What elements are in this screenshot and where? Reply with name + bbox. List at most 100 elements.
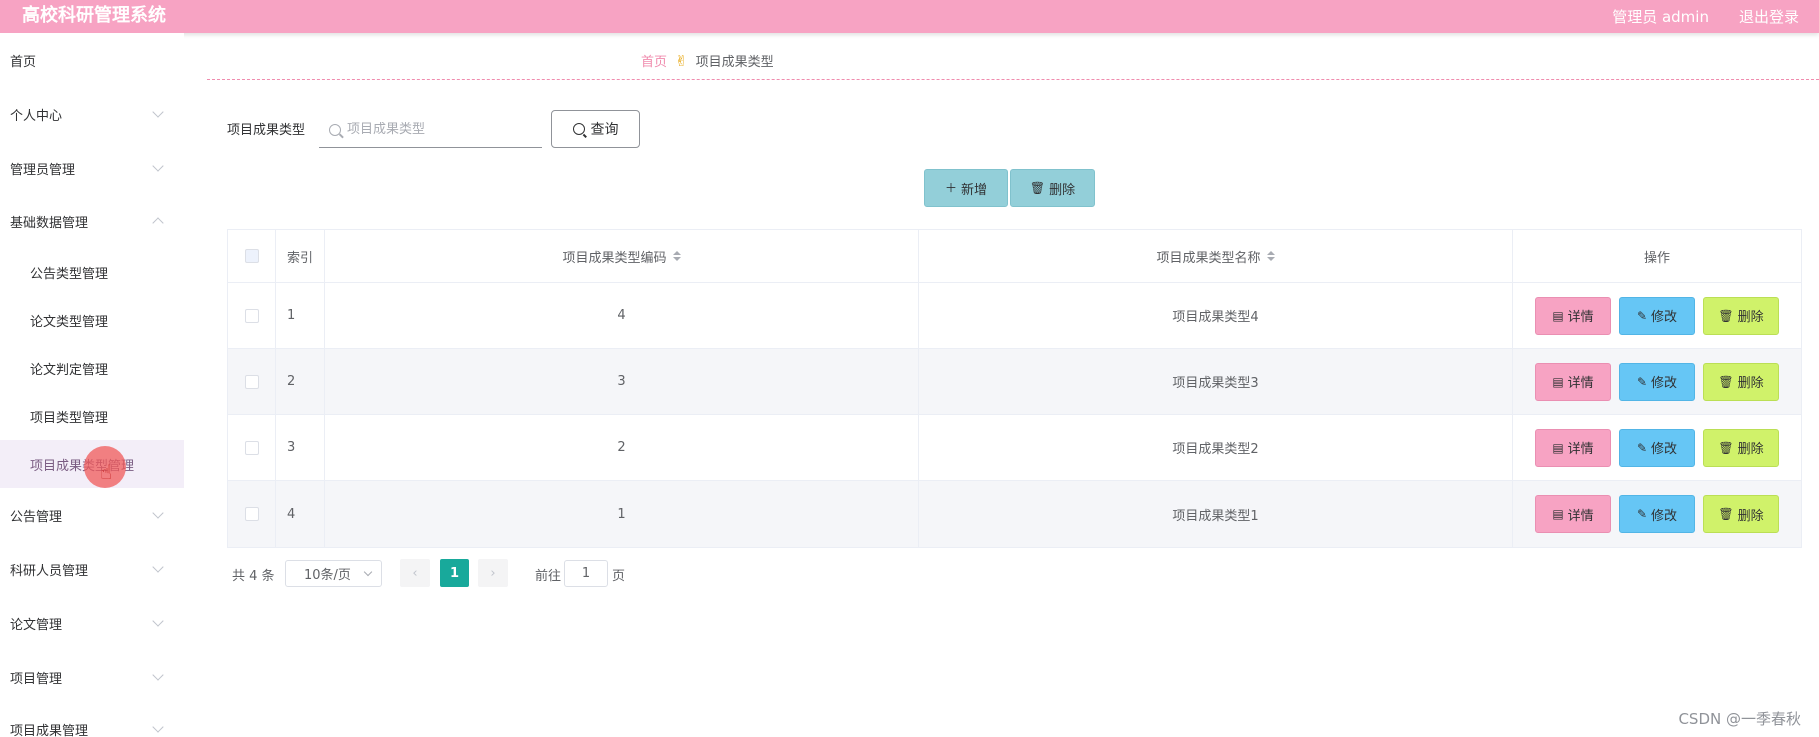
row-code: 2 (325, 415, 919, 480)
detail-button[interactable]: ▤ 详情 (1535, 362, 1611, 401)
chevron-down-icon (152, 669, 164, 681)
header-checkbox-cell (228, 230, 276, 282)
select-all-checkbox[interactable] (244, 249, 259, 263)
sidebar-item-label: 论文管理 (10, 617, 63, 633)
chevron-right-icon: › (490, 565, 496, 581)
chevron-left-icon: ‹ (412, 565, 418, 581)
sidebar-item-basic-data[interactable]: 基础数据管理 (0, 196, 184, 246)
chevron-down-icon (152, 160, 164, 172)
search-input[interactable] (347, 122, 527, 137)
sidebar-item-project-management[interactable]: 项目管理 (0, 652, 184, 702)
edit-button[interactable]: ✎ 修改 (1619, 495, 1695, 533)
chevron-down-icon (152, 721, 164, 733)
trash-icon: 🗑 (1718, 308, 1734, 323)
goto-page-input[interactable] (564, 560, 608, 587)
table-row: 4 1 项目成果类型1 ▤ 详情 ✎ 修改 🗑 删除 (228, 481, 1801, 547)
delete-button[interactable]: 🗑 删除 (1703, 362, 1779, 401)
sidebar-item-notice-management[interactable]: 公告管理 (0, 490, 184, 540)
delete-button-label: 删除 (1737, 310, 1764, 325)
row-index: 3 (276, 415, 325, 480)
trash-icon: 🗑 (1718, 507, 1734, 521)
row-checkbox[interactable] (244, 374, 259, 389)
chevron-down-icon (152, 507, 164, 519)
row-name: 项目成果类型3 (919, 349, 1513, 414)
table-row: 1 4 项目成果类型4 ▤ 详情 ✎ 修改 🗑 删除 (228, 283, 1801, 349)
row-checkbox[interactable] (244, 308, 259, 323)
header-code-label: 项目成果类型编码 (562, 250, 667, 266)
header-name[interactable]: 项目成果类型名称 (919, 230, 1513, 282)
app-title: 高校科研管理系统 (22, 5, 166, 26)
next-page-button[interactable]: › (478, 559, 508, 587)
trash-icon: 🗑 (1029, 181, 1046, 195)
header-ops: 操作 (1643, 250, 1670, 266)
sidebar-subitem-label: 公告类型管理 (30, 266, 109, 282)
sidebar-item-home[interactable]: 首页 (0, 35, 184, 85)
sidebar-subitem-paper-type[interactable]: 论文类型管理 (0, 296, 184, 344)
detail-button[interactable]: ▤ 详情 (1535, 296, 1611, 335)
sidebar-subitem-notice-type[interactable]: 公告类型管理 (0, 248, 184, 296)
search-box[interactable] (319, 112, 542, 148)
table-row: 2 3 项目成果类型3 ▤ 详情 ✎ 修改 🗑 删除 (228, 349, 1801, 415)
header-code[interactable]: 项目成果类型编码 (325, 230, 919, 282)
logout-link[interactable]: 退出登录 (1739, 6, 1799, 28)
row-name: 项目成果类型4 (919, 283, 1513, 348)
page-size-select[interactable]: 10条/页 (285, 560, 382, 587)
row-checkbox[interactable] (244, 440, 259, 455)
document-icon: ▤ (1552, 374, 1564, 389)
sidebar-item-label: 管理员管理 (10, 162, 76, 178)
row-index: 1 (276, 283, 325, 348)
delete-button[interactable]: 🗑 删除 (1703, 296, 1779, 335)
breadcrumb-home[interactable]: 首页 (641, 51, 667, 70)
hand-pointer-icon: ✌ (675, 51, 688, 70)
goto-label: 前往 (535, 569, 562, 584)
prev-page-button[interactable]: ‹ (400, 559, 430, 587)
data-table: 索引 项目成果类型编码 项目成果类型名称 操作 1 4 项目成果类型4 ▤ 详情 … (227, 229, 1802, 548)
table-header-row: 索引 项目成果类型编码 项目成果类型名称 操作 (228, 230, 1801, 283)
sidebar-item-admin-management[interactable]: 管理员管理 (0, 143, 184, 193)
sidebar-item-label: 科研人员管理 (10, 563, 89, 579)
edit-button-label: 修改 (1651, 442, 1678, 457)
row-checkbox[interactable] (244, 507, 259, 521)
edit-button[interactable]: ✎ 修改 (1619, 428, 1695, 467)
pagination-total: 共 4 条 (232, 569, 275, 584)
sidebar-item-paper-management[interactable]: 论文管理 (0, 598, 184, 648)
sidebar-item-project-result-management[interactable]: 项目成果管理 (0, 704, 184, 737)
detail-button[interactable]: ▤ 详情 (1535, 495, 1611, 533)
row-name: 项目成果类型1 (919, 481, 1513, 547)
page-size-value: 10条/页 (304, 568, 351, 583)
sidebar-subitem-paper-judgement[interactable]: 论文判定管理 (0, 344, 184, 392)
sidebar-item-label: 公告管理 (10, 509, 63, 525)
sidebar-item-personal-center[interactable]: 个人中心 (0, 89, 184, 139)
sidebar-item-label: 项目管理 (10, 671, 63, 687)
sidebar-item-researcher-management[interactable]: 科研人员管理 (0, 544, 184, 594)
add-button[interactable]: ＋ 新增 (924, 169, 1008, 207)
page-number-button[interactable]: 1 (440, 559, 469, 587)
sidebar-subitem-project-type[interactable]: 项目类型管理 (0, 392, 184, 440)
sidebar-item-label: 首页 (10, 54, 37, 70)
search-label: 项目成果类型 (227, 123, 306, 138)
query-button[interactable]: 查询 (551, 110, 640, 148)
edit-button[interactable]: ✎ 修改 (1619, 296, 1695, 335)
row-code: 1 (325, 481, 919, 547)
sort-icon[interactable] (672, 251, 681, 261)
edit-button[interactable]: ✎ 修改 (1619, 362, 1695, 401)
delete-button[interactable]: 🗑 删除 (1703, 428, 1779, 467)
detail-button[interactable]: ▤ 详情 (1535, 428, 1611, 467)
row-checkbox-cell (228, 349, 276, 414)
chevron-down-icon (152, 615, 164, 627)
sidebar-item-label: 项目成果管理 (10, 723, 89, 737)
row-ops: ▤ 详情 ✎ 修改 🗑 删除 (1513, 481, 1801, 547)
detail-button-label: 详情 (1567, 310, 1594, 325)
pencil-icon: ✎ (1636, 507, 1648, 521)
delete-button[interactable]: 🗑 删除 (1703, 495, 1779, 533)
delete-button-label: 删除 (1737, 442, 1764, 457)
breadcrumb: 首页 ✌ 项目成果类型 (641, 51, 774, 71)
add-button-label: 新增 (961, 182, 988, 198)
sidebar-item-label: 基础数据管理 (10, 215, 89, 231)
batch-delete-button[interactable]: 🗑 删除 (1010, 169, 1095, 207)
goto-suffix: 页 (612, 569, 626, 584)
search-icon (572, 123, 585, 135)
sidebar-item-label: 个人中心 (10, 108, 63, 124)
document-icon: ▤ (1552, 440, 1564, 455)
sort-icon[interactable] (1266, 251, 1275, 261)
